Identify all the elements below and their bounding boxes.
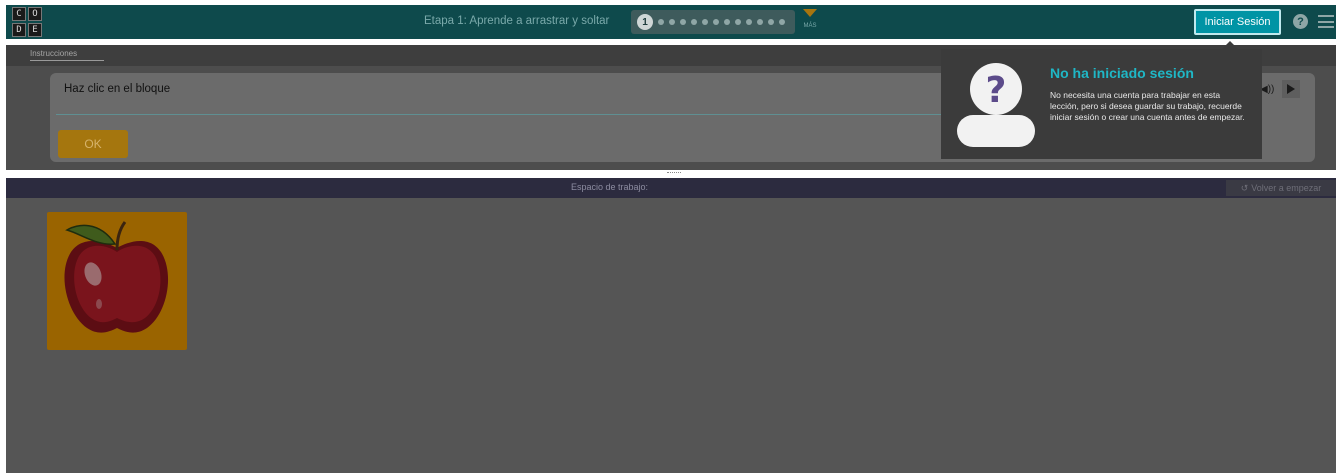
level-dot[interactable]: [691, 19, 697, 25]
logo-letter: C: [12, 7, 26, 21]
level-dot[interactable]: [757, 19, 763, 25]
resize-handle[interactable]: [667, 172, 681, 174]
speaker-icon: ◀)): [1260, 83, 1275, 95]
level-dot[interactable]: [779, 19, 785, 25]
level-dot[interactable]: [680, 19, 686, 25]
play-button[interactable]: [1282, 80, 1301, 98]
workspace-header: Espacio de trabajo: ↺ Volver a empezar: [6, 178, 1336, 198]
code-logo[interactable]: C O D E: [12, 7, 42, 37]
instructions-text: Haz clic en el bloque: [64, 83, 171, 95]
popover-title: No ha iniciado sesión: [1050, 65, 1194, 81]
stage-title[interactable]: Etapa 1: Aprende a arrastrar y soltar: [424, 15, 609, 27]
level-dot[interactable]: [702, 19, 708, 25]
current-level-bubble[interactable]: 1: [637, 14, 653, 30]
popover-arrow: [1222, 41, 1238, 49]
svg-text:?: ?: [986, 70, 1007, 111]
question-circle-icon[interactable]: ?: [1293, 14, 1308, 29]
popover-body: No necesita una cuenta para trabajar en …: [1050, 90, 1245, 123]
apple-block[interactable]: [47, 212, 187, 350]
level-dot[interactable]: [746, 19, 752, 25]
hamburger-icon[interactable]: [1318, 15, 1334, 28]
ok-button[interactable]: OK: [58, 130, 128, 158]
logo-letter: O: [28, 7, 42, 21]
level-dot[interactable]: [768, 19, 774, 25]
level-dot[interactable]: [658, 19, 664, 25]
restart-button[interactable]: ↺ Volver a empezar: [1226, 180, 1336, 196]
workspace-area: [6, 198, 1336, 473]
divider: [56, 114, 956, 115]
level-progress: 1: [631, 10, 795, 34]
workspace-title: Espacio de trabajo:: [571, 182, 649, 192]
level-dot[interactable]: [669, 19, 675, 25]
play-icon: [1287, 84, 1296, 94]
level-dot[interactable]: [735, 19, 741, 25]
more-levels-button[interactable]: MÁS: [799, 9, 821, 35]
signin-button[interactable]: Iniciar Sesión: [1194, 9, 1281, 35]
signed-out-popover: ? No ha iniciado sesión No necesita una …: [941, 49, 1262, 159]
level-dot[interactable]: [724, 19, 730, 25]
refresh-icon: ↺: [1240, 182, 1249, 193]
restart-label: Volver a empezar: [1251, 183, 1322, 193]
apple-icon: [64, 221, 169, 333]
top-bar: C O D E Etapa 1: Aprende a arrastrar y s…: [6, 5, 1336, 39]
audio-controls: ◀)): [1260, 80, 1301, 98]
tab-instructions[interactable]: Instrucciones: [30, 49, 104, 61]
level-dot[interactable]: [713, 19, 719, 25]
unknown-user-icon: ?: [957, 63, 1035, 147]
more-label: MÁS: [803, 23, 817, 29]
logo-letter: E: [28, 23, 42, 37]
chevron-down-icon: [803, 9, 817, 17]
logo-letter: D: [12, 23, 26, 37]
